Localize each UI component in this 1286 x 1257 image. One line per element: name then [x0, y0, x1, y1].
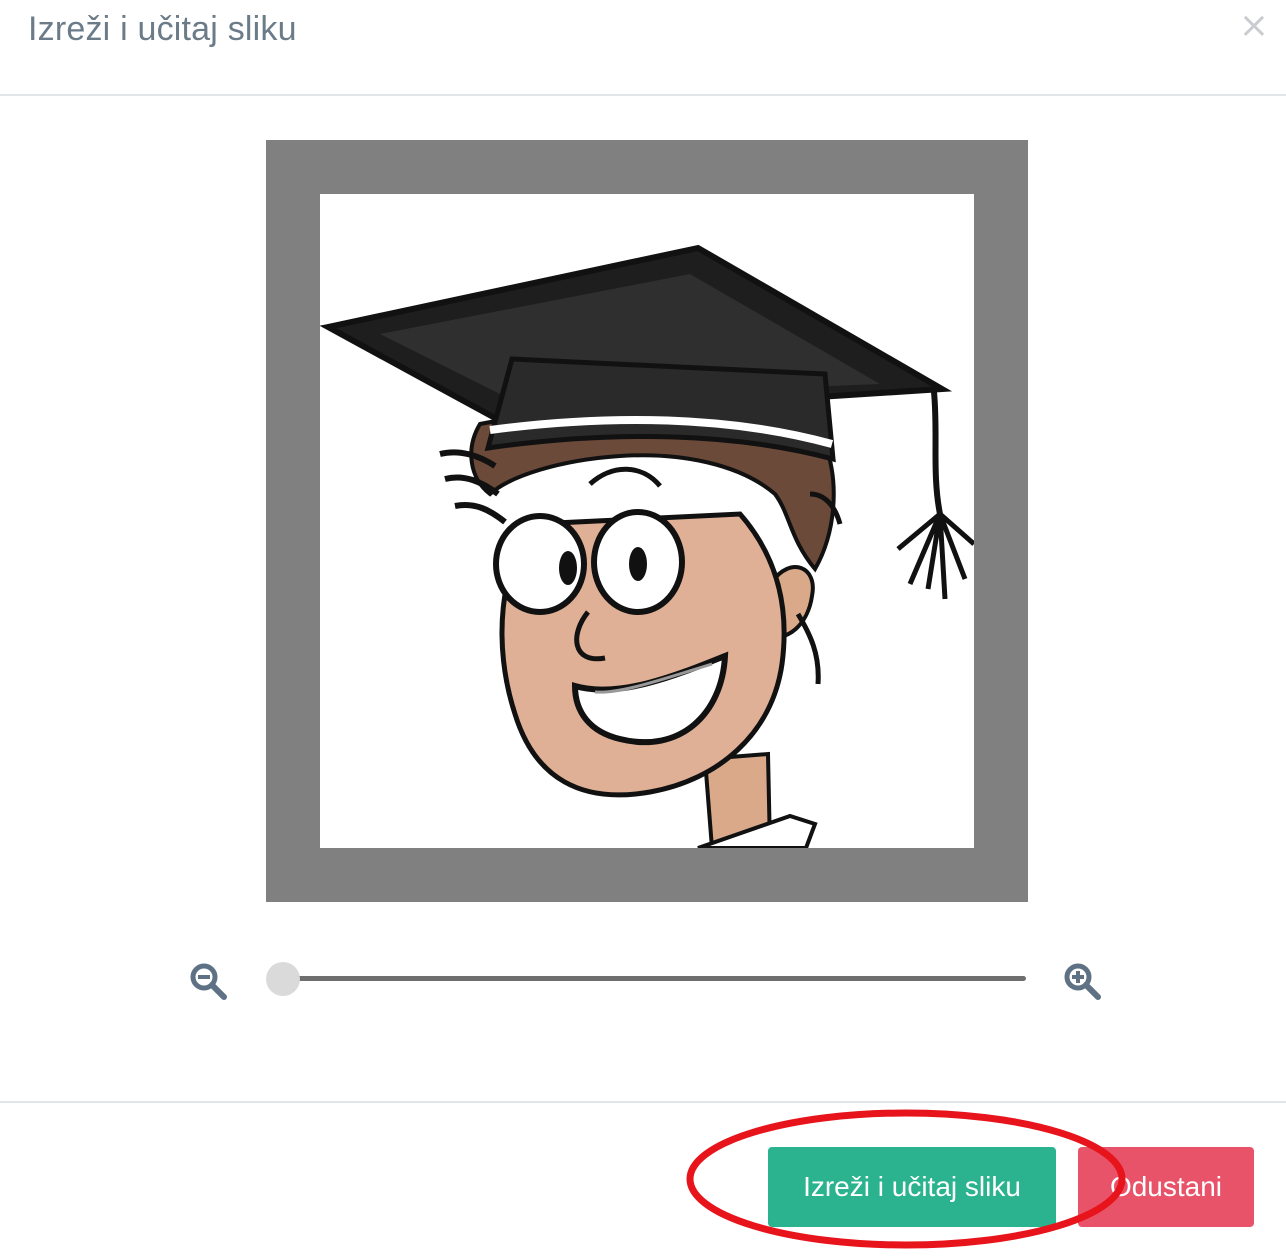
zoom-slider-track[interactable]	[282, 976, 1026, 981]
crop-area	[266, 140, 1028, 902]
modal-title: Izreži i učitaj sliku	[28, 10, 297, 48]
close-icon[interactable]: ×	[1234, 6, 1274, 46]
modal-header: Izreži i učitaj sliku ×	[0, 0, 1286, 96]
zoom-out-icon[interactable]	[188, 961, 228, 1001]
crop-upload-button[interactable]: Izreži i učitaj sliku	[768, 1147, 1056, 1227]
crop-viewport[interactable]	[320, 194, 974, 848]
modal-footer	[0, 1101, 1286, 1103]
cancel-button[interactable]: Odustani	[1078, 1147, 1254, 1227]
cartoon-graduate-image	[320, 244, 974, 848]
zoom-in-icon[interactable]	[1062, 961, 1102, 1001]
zoom-slider-handle[interactable]	[266, 962, 300, 996]
